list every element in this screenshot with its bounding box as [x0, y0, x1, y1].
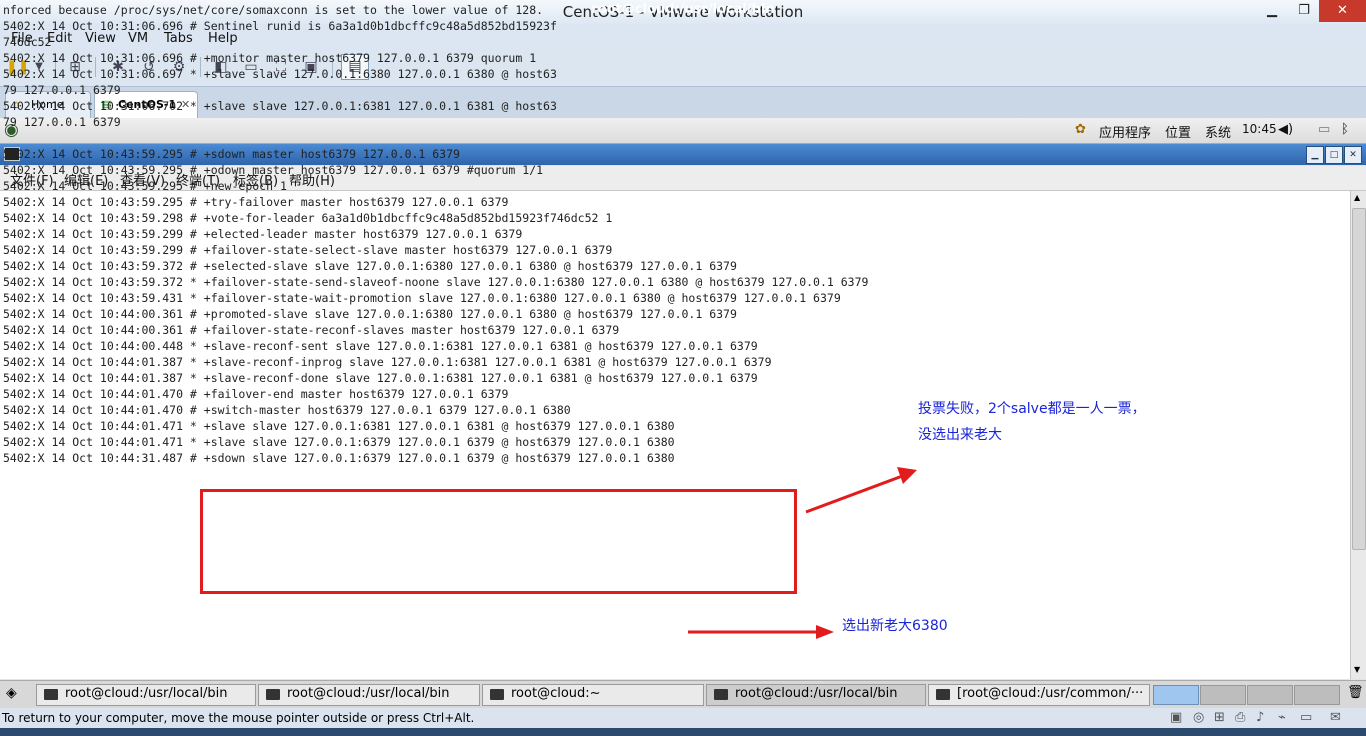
arrow-to-vote-note [805, 473, 906, 514]
printer-icon[interactable]: ⎙ [1235, 710, 1245, 725]
message-icon[interactable]: ✉ [1330, 710, 1341, 725]
taskbar-item-4[interactable]: root@cloud:/usr/local/bin [706, 684, 926, 706]
host-taskbar [0, 728, 1366, 736]
hdd-icon[interactable]: ▣ [1170, 710, 1182, 725]
net-adapter-icon[interactable]: ⊞ [1214, 710, 1225, 725]
annotation-arrows [688, 467, 917, 639]
status-message: To return to your computer, move the mou… [2, 711, 475, 725]
workspace-2[interactable] [1200, 685, 1246, 705]
arrowhead-new-master [816, 625, 834, 639]
cdrom-icon[interactable]: ◎ [1193, 710, 1204, 725]
no-leader-note: 没选出来老大 [918, 427, 1002, 443]
display-icon[interactable]: ▭ [1300, 710, 1312, 725]
sound-icon[interactable]: ♪ [1256, 710, 1264, 725]
vmware-statusbar: To return to your computer, move the mou… [0, 708, 1366, 728]
new-master-note: 选出新老大6380 [842, 618, 948, 634]
taskbar-item-5[interactable]: [root@cloud:/usr/common/··· [928, 684, 1150, 706]
trash-icon[interactable]: 🗑 [1347, 685, 1364, 700]
guest-taskbar: ◈ root@cloud:/usr/local/bin root@cloud:/… [0, 680, 1366, 708]
workspace-3[interactable] [1247, 685, 1293, 705]
taskbar-item-2[interactable]: root@cloud:/usr/local/bin [258, 684, 480, 706]
show-desktop-icon[interactable]: ◈ [6, 685, 17, 701]
taskbar-item-3[interactable]: root@cloud:~ [482, 684, 704, 706]
usb-icon[interactable]: ⌁ [1278, 710, 1286, 725]
workspace-1[interactable] [1153, 685, 1199, 705]
vote-failed-note: 投票失败，2个salve都是一人一票， [918, 401, 1146, 417]
arrowhead-vote [897, 467, 917, 484]
taskbar-item-1[interactable]: root@cloud:/usr/local/bin [36, 684, 256, 706]
workspace-4[interactable] [1294, 685, 1340, 705]
